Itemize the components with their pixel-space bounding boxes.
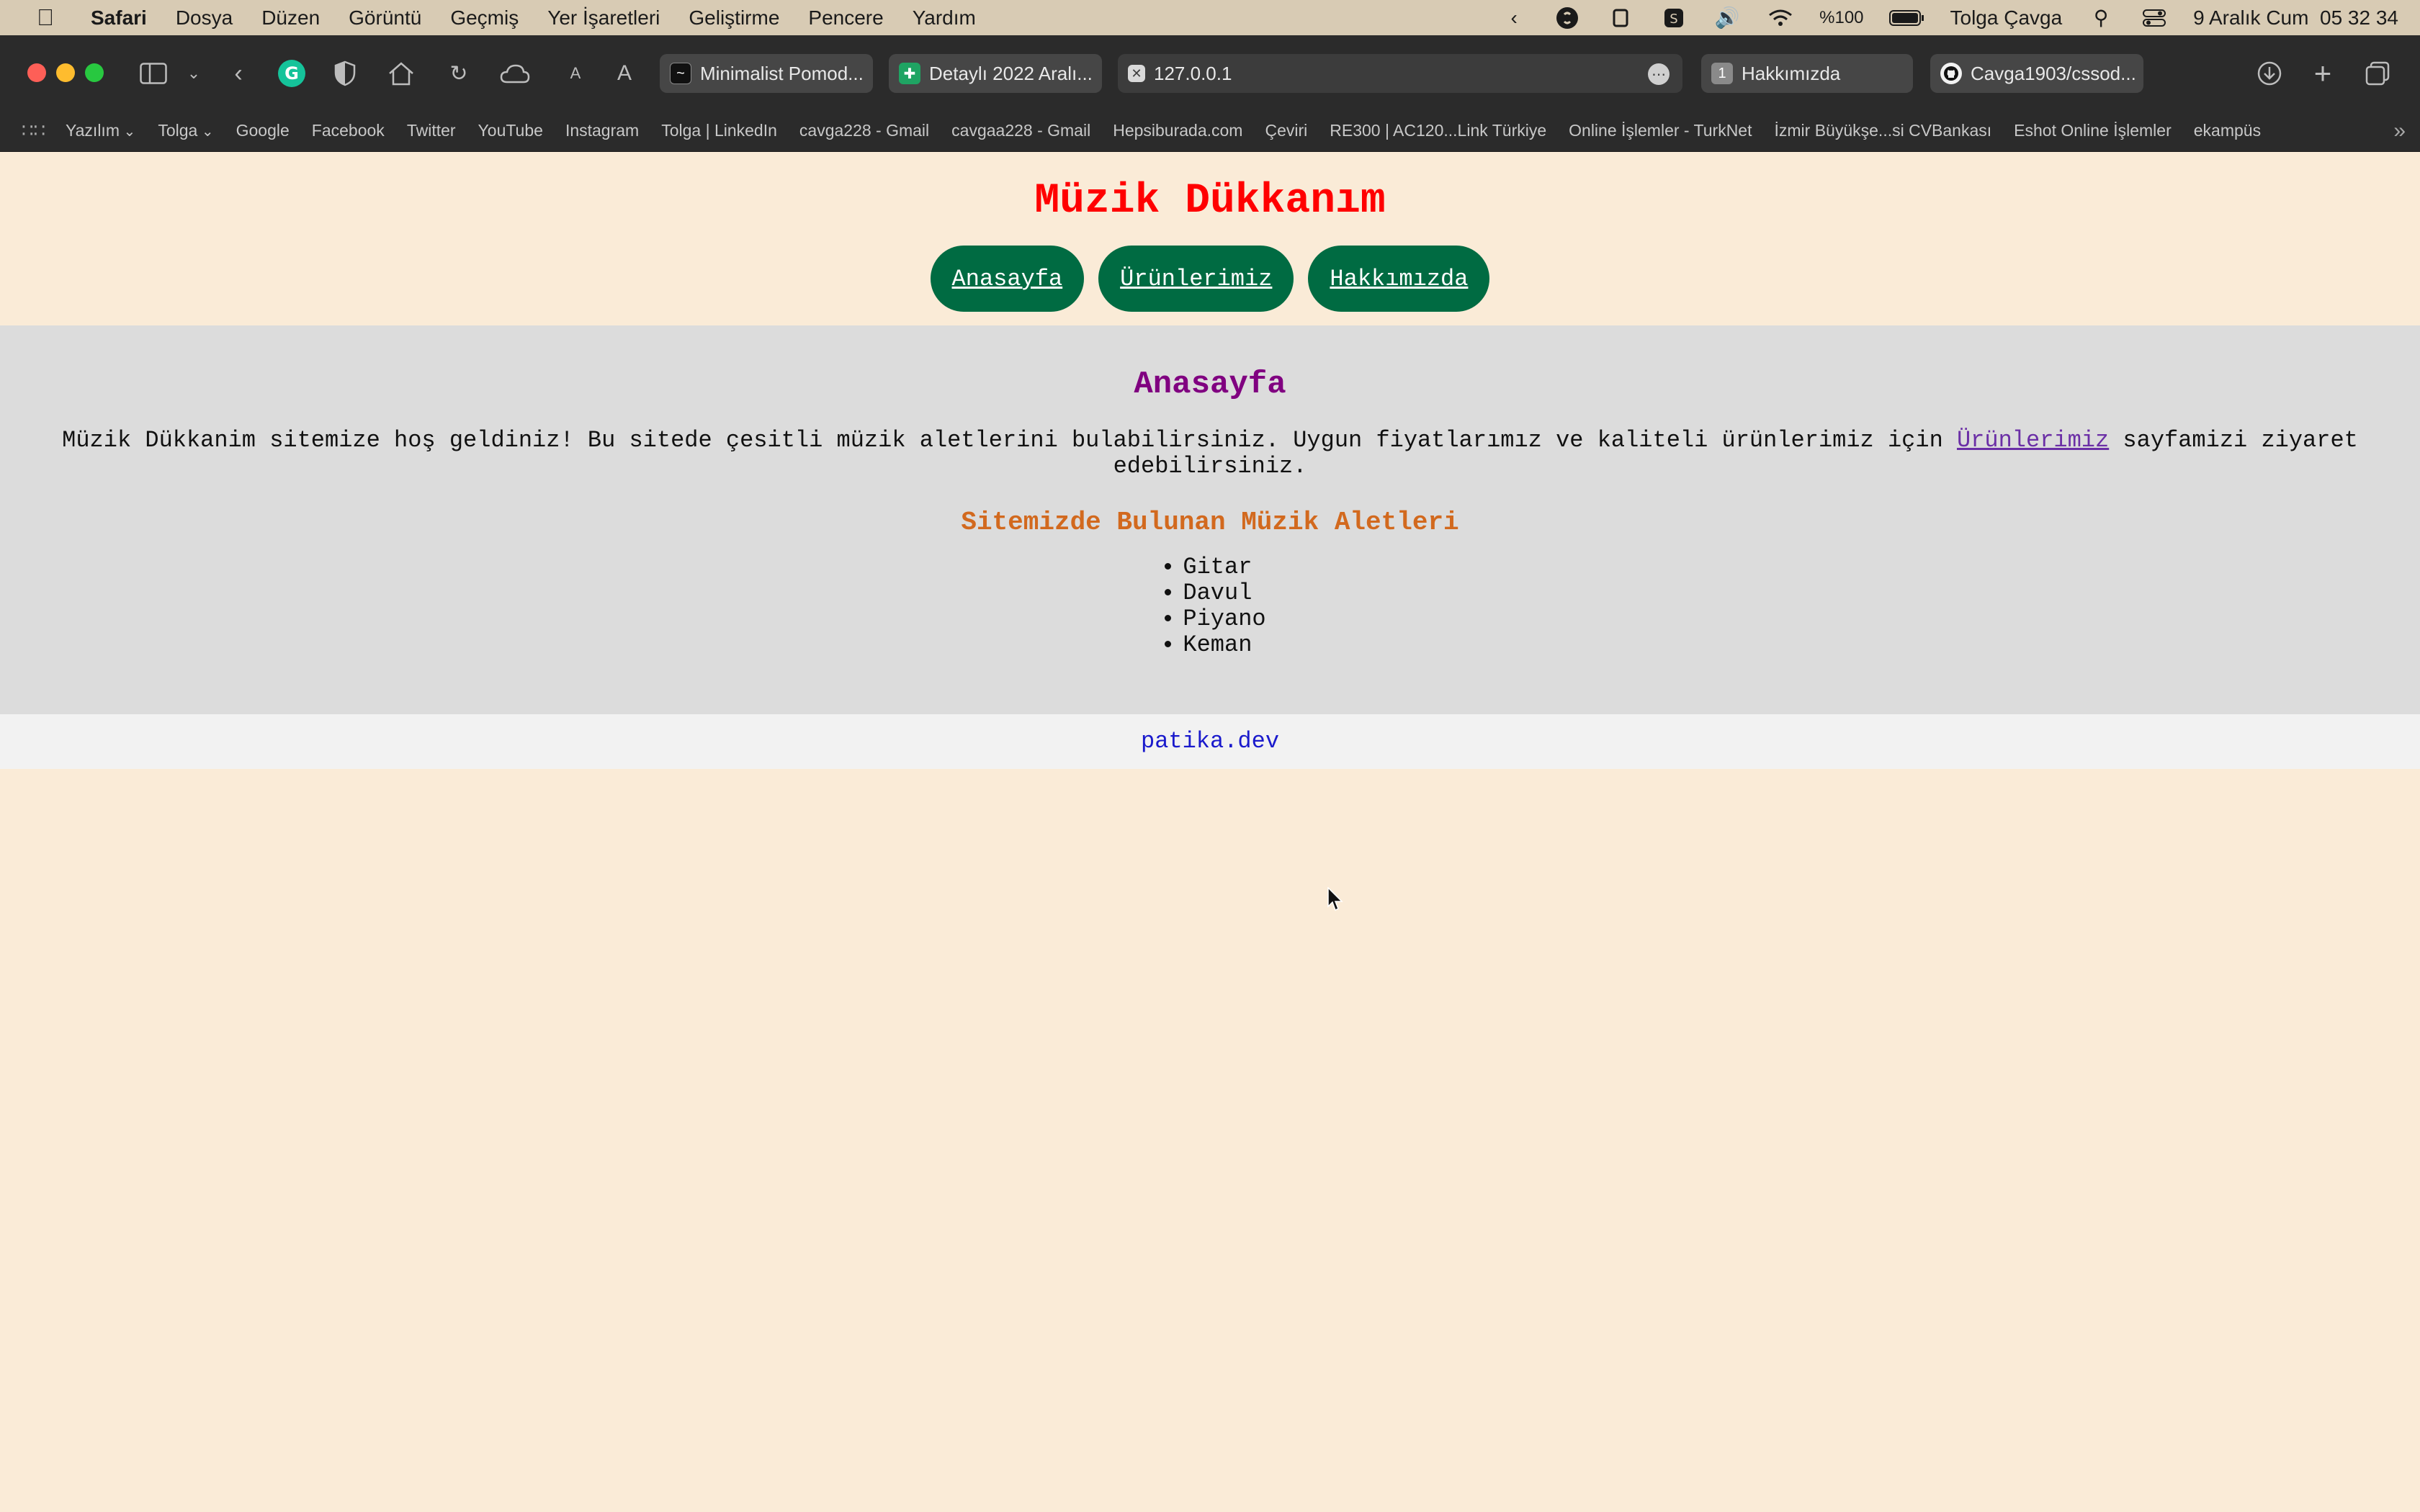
tab-pomodoro[interactable]: ~ Minimalist Pomod...	[660, 54, 873, 93]
github-favicon-icon	[1940, 63, 1962, 84]
site-footer: patika.dev	[0, 714, 2420, 769]
bookmark-linkedin[interactable]: Tolga | LinkedIn	[661, 121, 777, 140]
bookmark-turknet[interactable]: Online İşlemler - TurkNet	[1569, 121, 1752, 140]
macos-menu-bar:  Safari Dosya Düzen Görüntü Geçmiş Yer …	[0, 0, 2420, 35]
bookmark-youtube[interactable]: YouTube	[478, 121, 543, 140]
sheets-favicon-icon: ✚	[899, 63, 920, 84]
minimize-window-button[interactable]	[56, 63, 75, 82]
tab-title: Cavga1903/cssod...	[1971, 62, 2136, 84]
bookmark-twitter[interactable]: Twitter	[407, 121, 456, 140]
apps-grid-icon[interactable]: ∷∷	[22, 120, 45, 142]
bookmark-gmail-1[interactable]: cavga228 - Gmail	[799, 121, 929, 140]
page-heading: Anasayfa	[1134, 366, 1286, 402]
bookmark-ekampus[interactable]: ekampüs	[2194, 121, 2261, 140]
privacy-shield-icon[interactable]	[328, 57, 362, 90]
bookmarks-bar: ∷∷ Yazılım Tolga Google Facebook Twitter…	[0, 110, 2420, 152]
bookmark-ceviri[interactable]: Çeviri	[1265, 121, 1307, 140]
pomodoro-favicon-icon: ~	[670, 63, 691, 84]
mouse-pointer-icon	[1327, 886, 1343, 912]
list-item: Keman	[1183, 632, 1265, 658]
zoom-window-button[interactable]	[85, 63, 104, 82]
back-icon[interactable]: ‹	[222, 57, 255, 90]
close-window-button[interactable]	[27, 63, 46, 82]
menu-gecmis[interactable]: Geçmiş	[450, 6, 519, 30]
svg-text:S: S	[1670, 12, 1677, 27]
bookmark-izmir-cv[interactable]: İzmir Büyükşe...si CVBankası	[1775, 121, 1992, 140]
more-bookmarks-icon[interactable]: »	[2393, 119, 2406, 143]
list-item: Gitar	[1183, 554, 1265, 580]
web-page: Müzik Dükkanım Anasayfa Ürünlerimiz Hakk…	[0, 152, 2420, 1512]
list-item: Davul	[1183, 580, 1265, 606]
safari-toolbar: ⌄ ‹ G ↻ A A ~ Minimalist Pomod... ✚ Deta…	[0, 35, 2420, 110]
shazam-icon[interactable]	[1553, 4, 1582, 32]
url-text[interactable]: 127.0.0.1	[1154, 63, 1232, 85]
bookmark-folder-yazilim[interactable]: Yazılım	[66, 121, 135, 140]
tab-title: Minimalist Pomod...	[700, 62, 864, 84]
icloud-icon[interactable]	[498, 57, 532, 90]
nav-link-hakkimizda[interactable]: Hakkımızda	[1308, 246, 1490, 312]
sync-icon[interactable]	[1606, 4, 1635, 32]
battery-percentage: %100	[1819, 7, 1864, 27]
menu-goruntu[interactable]: Görüntü	[349, 6, 421, 30]
footer-link-patika[interactable]: patika.dev	[1141, 728, 1279, 755]
user-name[interactable]: Tolga Çavga	[1950, 6, 2063, 30]
grammarly-extension-icon[interactable]: G	[275, 57, 308, 90]
chevron-down-icon[interactable]: ⌄	[177, 57, 210, 90]
nav-link-anasayfa[interactable]: Anasayfa	[930, 246, 1085, 312]
tab-hakkimizda[interactable]: 1 Hakkımızda	[1701, 54, 1913, 93]
instruments-heading: Sitemizde Bulunan Müzik Aletleri	[961, 508, 1459, 537]
menu-yardim[interactable]: Yardım	[913, 6, 976, 30]
home-icon[interactable]	[385, 57, 418, 90]
list-item: Piyano	[1183, 606, 1265, 632]
main-content: Anasayfa Müzik Dükkanim sitemize hoş gel…	[0, 325, 2420, 714]
wifi-icon[interactable]	[1766, 4, 1795, 32]
clock[interactable]: 9 Aralık Cum 05 32 34	[2193, 6, 2398, 30]
intro-paragraph: Müzik Dükkanim sitemize hoş geldiniz! Bu…	[58, 428, 2362, 480]
chevron-left-icon[interactable]: ‹	[1500, 4, 1528, 32]
menu-dosya[interactable]: Dosya	[176, 6, 233, 30]
close-tab-icon[interactable]: ✕	[1128, 65, 1145, 82]
tab-sheets[interactable]: ✚ Detaylı 2022 Aralı...	[889, 54, 1102, 93]
intro-text: Müzik Dükkanim sitemize hoş geldiniz! Bu…	[62, 427, 1957, 454]
bookmark-folder-tolga[interactable]: Tolga	[158, 121, 213, 140]
bookmark-hepsiburada[interactable]: Hepsiburada.com	[1113, 121, 1242, 140]
bookmark-google[interactable]: Google	[236, 121, 290, 140]
menu-yer-isaretleri[interactable]: Yer İşaretleri	[547, 6, 660, 30]
apple-menu-icon[interactable]: 	[26, 4, 65, 31]
bookmark-facebook[interactable]: Facebook	[312, 121, 385, 140]
menu-duzen[interactable]: Düzen	[261, 6, 320, 30]
tab-github[interactable]: Cavga1903/cssod...	[1930, 54, 2143, 93]
downloads-icon[interactable]	[2253, 57, 2286, 90]
control-center-icon[interactable]	[2140, 4, 2169, 32]
spotlight-search-icon[interactable]: ⚲	[2087, 4, 2115, 32]
menu-pencere[interactable]: Pencere	[808, 6, 883, 30]
tab-title: Detaylı 2022 Aralı...	[929, 62, 1093, 84]
site-nav: Anasayfa Ürünlerimiz Hakkımızda	[0, 246, 2420, 312]
volume-icon[interactable]: 🔊	[1713, 4, 1742, 32]
bookmark-instagram[interactable]: Instagram	[565, 121, 639, 140]
decrease-text-icon[interactable]: A	[559, 57, 592, 90]
site-title: Müzik Dükkanım	[1034, 178, 1386, 225]
instruments-list: Gitar Davul Piyano Keman	[1154, 554, 1265, 658]
site-header: Müzik Dükkanım Anasayfa Ürünlerimiz Hakk…	[0, 152, 2420, 325]
reload-icon[interactable]: ↻	[442, 57, 475, 90]
menu-app-safari[interactable]: Safari	[91, 6, 147, 30]
tab-badge-icon: 1	[1711, 63, 1733, 84]
new-tab-icon[interactable]: +	[2306, 56, 2339, 90]
sidebar-icon[interactable]	[137, 57, 170, 90]
bookmark-eshot[interactable]: Eshot Online İşlemler	[2014, 121, 2172, 140]
more-options-icon[interactable]: ⋯	[1648, 63, 1670, 85]
bookmark-gmail-2[interactable]: cavgaa228 - Gmail	[951, 121, 1090, 140]
increase-text-icon[interactable]: A	[608, 57, 641, 90]
svg-text:G: G	[284, 63, 299, 84]
bookmark-re300[interactable]: RE300 | AC120...Link Türkiye	[1330, 121, 1546, 140]
tab-overview-icon[interactable]	[2361, 57, 2394, 90]
urunlerimiz-inline-link[interactable]: Ürünlerimiz	[1957, 427, 2109, 454]
tab-title: Hakkımızda	[1742, 62, 1841, 84]
skype-icon[interactable]: S	[1659, 4, 1688, 32]
nav-link-urunlerimiz[interactable]: Ürünlerimiz	[1098, 246, 1294, 312]
menu-gelistirme[interactable]: Geliştirme	[689, 6, 779, 30]
battery-icon[interactable]	[1888, 4, 1926, 32]
tab-localhost-address-bar[interactable]: ✕ 127.0.0.1 ⋯	[1118, 54, 1682, 93]
